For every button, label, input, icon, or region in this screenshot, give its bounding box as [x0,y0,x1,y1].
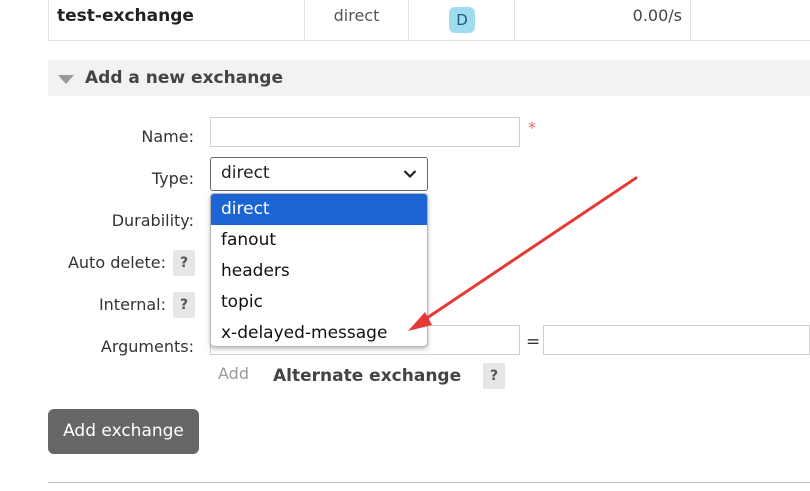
red-arrow-icon [408,176,638,331]
